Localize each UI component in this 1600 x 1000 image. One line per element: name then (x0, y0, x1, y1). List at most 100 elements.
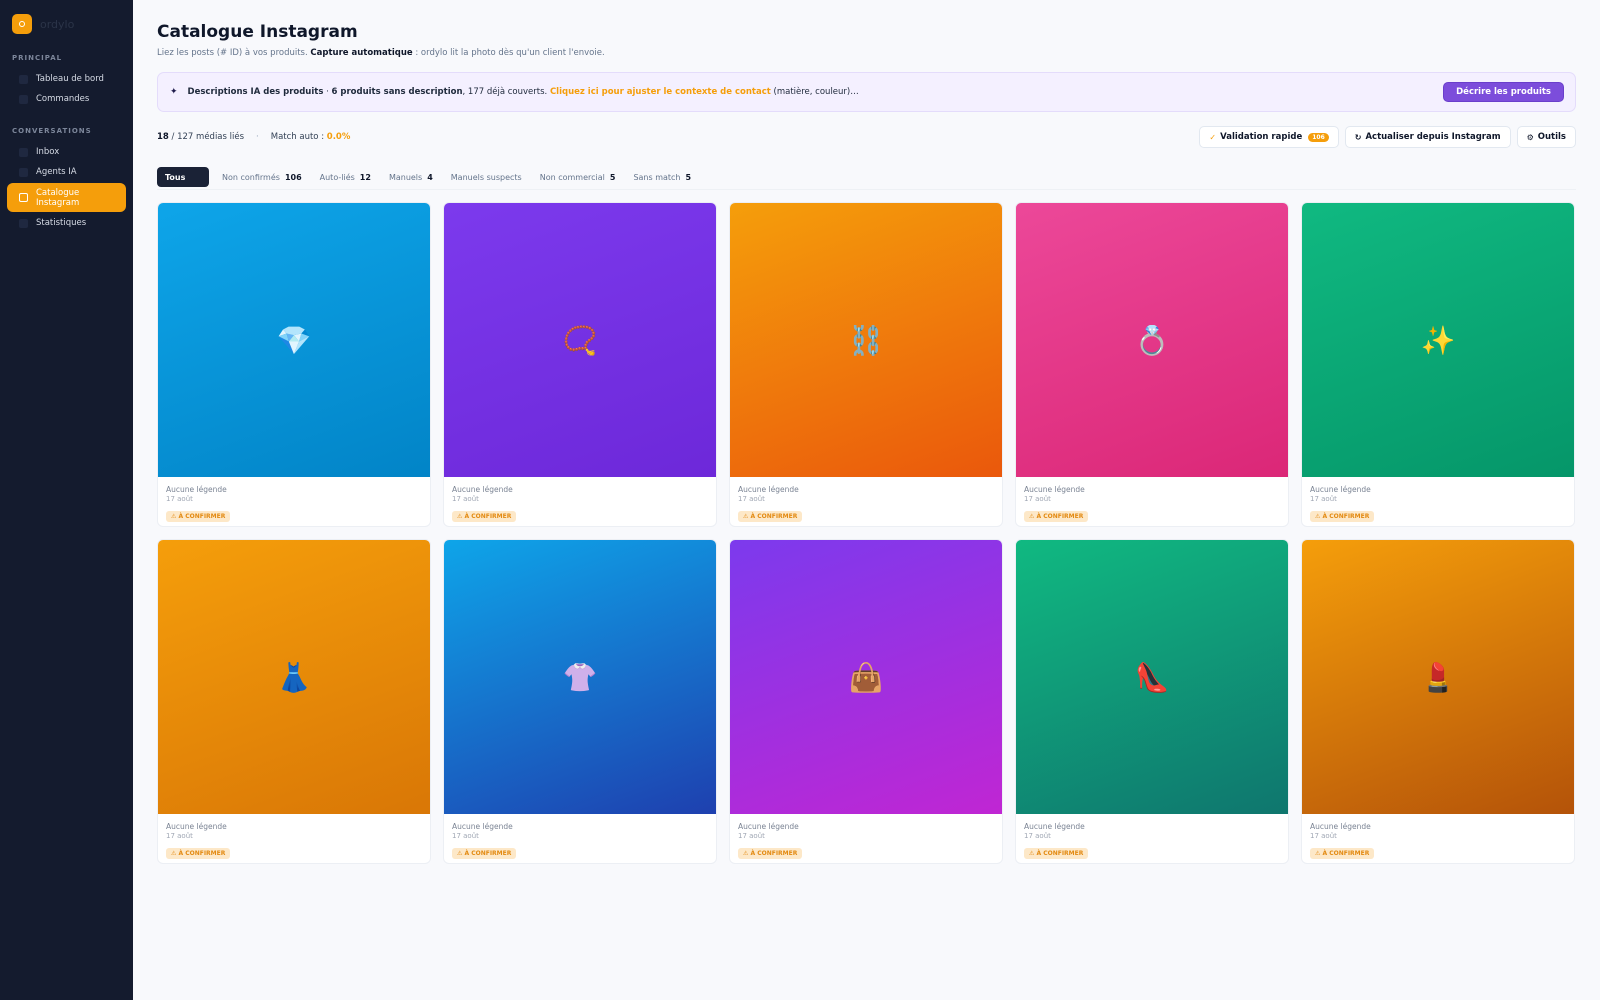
media-card[interactable]: ✨ Aucune légende 17 août ⚠ À CONFIRMER (1301, 202, 1575, 527)
filter-tab[interactable]: Manuels 4 (383, 167, 439, 187)
subtitle-text: Liez les posts (# ID) à vos produits. (157, 48, 311, 58)
page-title: Catalogue Instagram (157, 22, 358, 42)
filter-label: Non commercial (539, 172, 605, 182)
media-thumbnail[interactable]: 👚 (444, 540, 716, 814)
refresh-instagram-button[interactable]: ↻ Actualiser depuis Instagram (1344, 126, 1511, 148)
media-date: 17 août (1024, 832, 1051, 840)
filter-label: Auto-liés (319, 172, 355, 182)
subtitle-suffix: : ordylo lit la photo dès qu'un client l… (412, 48, 605, 58)
ai-descriptions-banner: ✦ Descriptions IA des produits · 6 produ… (157, 72, 1576, 112)
media-card[interactable]: 👚 Aucune légende 17 août ⚠ À CONFIRMER (443, 539, 717, 864)
beads-icon: 📿 (562, 323, 598, 357)
sidebar-item-statistics[interactable]: Statistiques (7, 213, 126, 233)
lipstick-icon: 💄 (1420, 660, 1456, 694)
sidebar-item-dashboard[interactable]: Tableau de bord (7, 69, 126, 89)
subtitle-bold: Capture automatique (310, 48, 413, 58)
card-info: Aucune légende 17 août ⚠ À CONFIRMER (730, 814, 1002, 859)
media-thumbnail[interactable]: 👗 (158, 540, 430, 814)
media-thumbnail[interactable]: ⛓️ (730, 203, 1002, 477)
card-info: Aucune légende 17 août ⚠ À CONFIRMER (444, 814, 716, 859)
count-badge: 106 (1308, 132, 1329, 142)
card-info: Aucune légende 17 août ⚠ À CONFIRMER (158, 477, 430, 522)
media-thumbnail[interactable]: 💎 (158, 203, 430, 477)
media-caption: Aucune légende (1310, 822, 1371, 831)
dress-icon: 👗 (276, 660, 312, 694)
sidebar-item-instagram-catalog[interactable]: Catalogue Instagram (7, 183, 126, 212)
filter-label: Tous (165, 172, 186, 182)
media-card[interactable]: 💍 Aucune légende 17 août ⚠ À CONFIRMER (1015, 202, 1289, 527)
match-label: Match auto : (270, 132, 327, 142)
media-thumbnail[interactable]: 💍 (1016, 203, 1288, 477)
quick-validation-button[interactable]: ✓ Validation rapide 106 (1199, 126, 1339, 148)
media-thumbnail[interactable]: 👜 (730, 540, 1002, 814)
brand[interactable]: ordylo (0, 0, 133, 36)
filter-count: 106 (284, 172, 302, 182)
filter-tab[interactable]: Auto-liés 12 (314, 167, 377, 187)
describe-products-button[interactable]: Décrire les produits (1443, 82, 1564, 102)
nav-section-conversations: CONVERSATIONS (12, 127, 92, 135)
media-thumbnail[interactable]: 💄 (1302, 540, 1574, 814)
sidebar-item-label: Catalogue Instagram (36, 187, 80, 208)
filter-tab[interactable]: Non commercial 5 (534, 167, 622, 187)
media-card[interactable]: 👜 Aucune légende 17 août ⚠ À CONFIRMER (729, 539, 1003, 864)
sidebar-item-label: Tableau de bord (36, 74, 104, 84)
sidebar-item-label: Inbox (36, 147, 60, 157)
media-caption: Aucune légende (166, 485, 227, 494)
inbox-icon (19, 147, 28, 157)
sidebar-item-orders[interactable]: Commandes (7, 89, 126, 109)
filter-tab[interactable]: Tous (157, 167, 209, 187)
media-card[interactable]: 👗 Aucune légende 17 août ⚠ À CONFIRMER (157, 539, 431, 864)
media-card[interactable]: 👠 Aucune légende 17 août ⚠ À CONFIRMER (1015, 539, 1289, 864)
media-thumbnail[interactable]: 👠 (1016, 540, 1288, 814)
media-date: 17 août (452, 495, 479, 503)
blouse-icon: 👚 (562, 660, 598, 694)
nav-section-principal: PRINCIPAL (12, 54, 63, 62)
filter-tab[interactable]: Sans match 5 (627, 167, 697, 187)
filter-count: 5 (685, 172, 692, 182)
ring-icon: 💍 (1134, 323, 1170, 357)
sparkles-icon: ✨ (1420, 323, 1456, 357)
media-card[interactable]: 💎 Aucune légende 17 août ⚠ À CONFIRMER (157, 202, 431, 527)
heel-icon: 👠 (1134, 660, 1170, 694)
tools-label: Outils (1537, 132, 1566, 142)
orders-icon (19, 94, 28, 104)
filter-count: 4 (427, 172, 433, 182)
sidebar-item-inbox[interactable]: Inbox (7, 142, 126, 162)
filter-label: Non confirmés (222, 172, 280, 182)
media-caption: Aucune légende (452, 822, 513, 831)
banner-missing: 6 produits sans description (331, 87, 463, 97)
sidebar: ordylo PRINCIPAL Tableau de bord Command… (0, 0, 133, 1000)
media-thumbnail[interactable]: 📿 (444, 203, 716, 477)
status-badge: ⚠ À CONFIRMER (1024, 511, 1089, 522)
sidebar-item-ai-agents[interactable]: Agents IA (7, 162, 126, 182)
filter-tab[interactable]: Manuels suspects (445, 167, 528, 187)
media-card[interactable]: 💄 Aucune légende 17 août ⚠ À CONFIRMER (1301, 539, 1575, 864)
chart-icon (19, 218, 28, 228)
card-info: Aucune légende 17 août ⚠ À CONFIRMER (158, 814, 430, 859)
banner-title: Descriptions IA des produits (187, 87, 324, 97)
filter-label: Sans match (633, 172, 681, 182)
tools-button[interactable]: ⚙ Outils (1516, 126, 1576, 148)
status-badge: ⚠ À CONFIRMER (452, 511, 517, 522)
catalog-icon (19, 193, 28, 202)
filter-tab[interactable]: Non confirmés 106 (216, 167, 308, 187)
status-badge: ⚠ À CONFIRMER (738, 848, 803, 859)
main-content: Catalogue Instagram Liez les posts (# ID… (157, 0, 1576, 864)
media-thumbnail[interactable]: ✨ (1302, 203, 1574, 477)
media-caption: Aucune légende (738, 485, 799, 494)
filter-tabs: Tous Non confirmés 106 Auto-liés 12 Manuels 4 M… (157, 165, 1576, 190)
media-caption: Aucune légende (738, 822, 799, 831)
card-info: Aucune légende 17 août ⚠ À CONFIRMER (730, 477, 1002, 522)
card-info: Aucune légende 17 août ⚠ À CONFIRMER (1016, 814, 1288, 859)
adjust-context-link[interactable]: Cliquez ici pour ajuster le contexte de … (550, 87, 771, 97)
logo-icon (12, 14, 32, 34)
gear-icon: ⚙ (1526, 132, 1534, 142)
refresh-label: Actualiser depuis Instagram (1365, 132, 1501, 142)
match-value: 0.0% (326, 132, 351, 142)
separator-dot: · (256, 132, 259, 142)
media-card[interactable]: 📿 Aucune légende 17 août ⚠ À CONFIRMER (443, 202, 717, 527)
sparkle-icon: ✦ (170, 87, 178, 97)
media-date: 17 août (1310, 495, 1337, 503)
media-card[interactable]: ⛓️ Aucune légende 17 août ⚠ À CONFIRMER (729, 202, 1003, 527)
banner-covered: , 177 déjà couverts. (462, 87, 550, 97)
